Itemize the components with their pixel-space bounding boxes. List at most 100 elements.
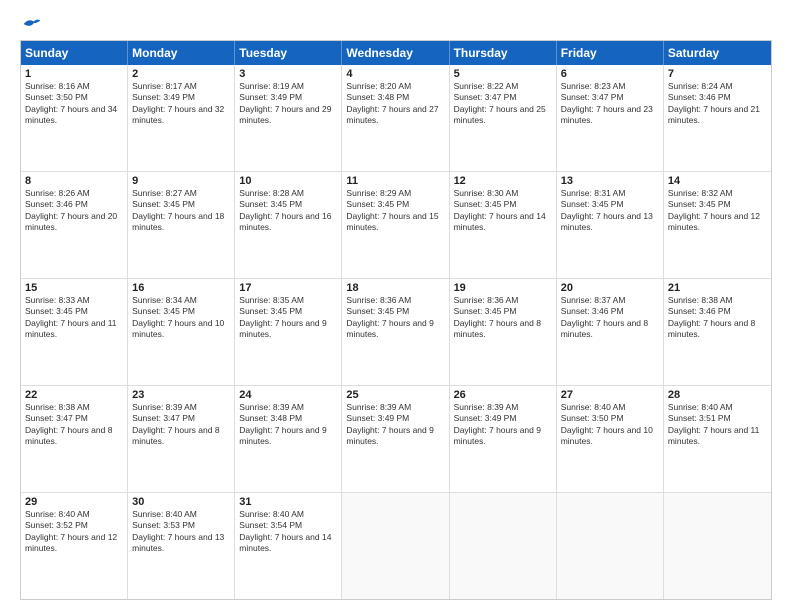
cal-cell-day-27: 27Sunrise: 8:40 AMSunset: 3:50 PMDayligh… xyxy=(557,386,664,492)
cal-cell-day-26: 26Sunrise: 8:39 AMSunset: 3:49 PMDayligh… xyxy=(450,386,557,492)
cell-info: Sunrise: 8:23 AMSunset: 3:47 PMDaylight:… xyxy=(561,81,659,127)
day-number: 5 xyxy=(454,68,552,80)
day-number: 18 xyxy=(346,282,444,294)
cell-info: Sunrise: 8:35 AMSunset: 3:45 PMDaylight:… xyxy=(239,295,337,341)
day-number: 13 xyxy=(561,175,659,187)
cell-info: Sunrise: 8:31 AMSunset: 3:45 PMDaylight:… xyxy=(561,188,659,234)
cell-info: Sunrise: 8:32 AMSunset: 3:45 PMDaylight:… xyxy=(668,188,767,234)
cal-cell-day-31: 31Sunrise: 8:40 AMSunset: 3:54 PMDayligh… xyxy=(235,493,342,599)
cal-cell-day-22: 22Sunrise: 8:38 AMSunset: 3:47 PMDayligh… xyxy=(21,386,128,492)
cal-cell-day-20: 20Sunrise: 8:37 AMSunset: 3:46 PMDayligh… xyxy=(557,279,664,385)
cal-cell-day-4: 4Sunrise: 8:20 AMSunset: 3:48 PMDaylight… xyxy=(342,65,449,171)
day-number: 23 xyxy=(132,389,230,401)
cell-info: Sunrise: 8:40 AMSunset: 3:53 PMDaylight:… xyxy=(132,509,230,555)
cell-info: Sunrise: 8:38 AMSunset: 3:47 PMDaylight:… xyxy=(25,402,123,448)
cell-info: Sunrise: 8:33 AMSunset: 3:45 PMDaylight:… xyxy=(25,295,123,341)
day-number: 8 xyxy=(25,175,123,187)
cal-cell-day-2: 2Sunrise: 8:17 AMSunset: 3:49 PMDaylight… xyxy=(128,65,235,171)
cell-info: Sunrise: 8:39 AMSunset: 3:49 PMDaylight:… xyxy=(346,402,444,448)
day-number: 30 xyxy=(132,496,230,508)
cal-cell-day-23: 23Sunrise: 8:39 AMSunset: 3:47 PMDayligh… xyxy=(128,386,235,492)
cell-info: Sunrise: 8:40 AMSunset: 3:54 PMDaylight:… xyxy=(239,509,337,555)
cal-cell-day-29: 29Sunrise: 8:40 AMSunset: 3:52 PMDayligh… xyxy=(21,493,128,599)
cal-week-4: 22Sunrise: 8:38 AMSunset: 3:47 PMDayligh… xyxy=(21,386,771,493)
cal-cell-empty xyxy=(342,493,449,599)
day-number: 26 xyxy=(454,389,552,401)
cal-cell-day-13: 13Sunrise: 8:31 AMSunset: 3:45 PMDayligh… xyxy=(557,172,664,278)
cell-info: Sunrise: 8:27 AMSunset: 3:45 PMDaylight:… xyxy=(132,188,230,234)
cal-cell-empty xyxy=(557,493,664,599)
cell-info: Sunrise: 8:20 AMSunset: 3:48 PMDaylight:… xyxy=(346,81,444,127)
day-number: 6 xyxy=(561,68,659,80)
day-number: 11 xyxy=(346,175,444,187)
cal-week-2: 8Sunrise: 8:26 AMSunset: 3:46 PMDaylight… xyxy=(21,172,771,279)
cal-cell-empty xyxy=(664,493,771,599)
calendar-body: 1Sunrise: 8:16 AMSunset: 3:50 PMDaylight… xyxy=(21,65,771,599)
day-number: 19 xyxy=(454,282,552,294)
day-number: 28 xyxy=(668,389,767,401)
calendar-header: SundayMondayTuesdayWednesdayThursdayFrid… xyxy=(21,41,771,65)
cal-cell-day-8: 8Sunrise: 8:26 AMSunset: 3:46 PMDaylight… xyxy=(21,172,128,278)
cal-cell-day-18: 18Sunrise: 8:36 AMSunset: 3:45 PMDayligh… xyxy=(342,279,449,385)
day-number: 10 xyxy=(239,175,337,187)
logo-text xyxy=(20,16,42,32)
cal-cell-day-12: 12Sunrise: 8:30 AMSunset: 3:45 PMDayligh… xyxy=(450,172,557,278)
cal-cell-day-1: 1Sunrise: 8:16 AMSunset: 3:50 PMDaylight… xyxy=(21,65,128,171)
cal-cell-day-3: 3Sunrise: 8:19 AMSunset: 3:49 PMDaylight… xyxy=(235,65,342,171)
cell-info: Sunrise: 8:34 AMSunset: 3:45 PMDaylight:… xyxy=(132,295,230,341)
day-number: 24 xyxy=(239,389,337,401)
day-number: 3 xyxy=(239,68,337,80)
day-number: 15 xyxy=(25,282,123,294)
day-number: 27 xyxy=(561,389,659,401)
cell-info: Sunrise: 8:24 AMSunset: 3:46 PMDaylight:… xyxy=(668,81,767,127)
day-number: 14 xyxy=(668,175,767,187)
day-number: 9 xyxy=(132,175,230,187)
day-number: 12 xyxy=(454,175,552,187)
cell-info: Sunrise: 8:39 AMSunset: 3:47 PMDaylight:… xyxy=(132,402,230,448)
cell-info: Sunrise: 8:40 AMSunset: 3:52 PMDaylight:… xyxy=(25,509,123,555)
day-number: 20 xyxy=(561,282,659,294)
cal-header-wednesday: Wednesday xyxy=(342,41,449,65)
cal-cell-day-11: 11Sunrise: 8:29 AMSunset: 3:45 PMDayligh… xyxy=(342,172,449,278)
cell-info: Sunrise: 8:16 AMSunset: 3:50 PMDaylight:… xyxy=(25,81,123,127)
cal-cell-day-21: 21Sunrise: 8:38 AMSunset: 3:46 PMDayligh… xyxy=(664,279,771,385)
cal-week-3: 15Sunrise: 8:33 AMSunset: 3:45 PMDayligh… xyxy=(21,279,771,386)
day-number: 29 xyxy=(25,496,123,508)
cal-cell-day-28: 28Sunrise: 8:40 AMSunset: 3:51 PMDayligh… xyxy=(664,386,771,492)
cell-info: Sunrise: 8:36 AMSunset: 3:45 PMDaylight:… xyxy=(346,295,444,341)
day-number: 2 xyxy=(132,68,230,80)
cal-week-1: 1Sunrise: 8:16 AMSunset: 3:50 PMDaylight… xyxy=(21,65,771,172)
cell-info: Sunrise: 8:40 AMSunset: 3:50 PMDaylight:… xyxy=(561,402,659,448)
day-number: 1 xyxy=(25,68,123,80)
cal-cell-day-7: 7Sunrise: 8:24 AMSunset: 3:46 PMDaylight… xyxy=(664,65,771,171)
cal-cell-empty xyxy=(450,493,557,599)
cell-info: Sunrise: 8:40 AMSunset: 3:51 PMDaylight:… xyxy=(668,402,767,448)
logo-bird-icon xyxy=(22,16,42,32)
cal-cell-day-6: 6Sunrise: 8:23 AMSunset: 3:47 PMDaylight… xyxy=(557,65,664,171)
cal-cell-day-14: 14Sunrise: 8:32 AMSunset: 3:45 PMDayligh… xyxy=(664,172,771,278)
logo xyxy=(20,16,42,32)
cell-info: Sunrise: 8:38 AMSunset: 3:46 PMDaylight:… xyxy=(668,295,767,341)
cell-info: Sunrise: 8:28 AMSunset: 3:45 PMDaylight:… xyxy=(239,188,337,234)
day-number: 16 xyxy=(132,282,230,294)
day-number: 17 xyxy=(239,282,337,294)
cell-info: Sunrise: 8:37 AMSunset: 3:46 PMDaylight:… xyxy=(561,295,659,341)
cell-info: Sunrise: 8:22 AMSunset: 3:47 PMDaylight:… xyxy=(454,81,552,127)
cal-cell-day-9: 9Sunrise: 8:27 AMSunset: 3:45 PMDaylight… xyxy=(128,172,235,278)
day-number: 4 xyxy=(346,68,444,80)
day-number: 22 xyxy=(25,389,123,401)
cal-cell-day-19: 19Sunrise: 8:36 AMSunset: 3:45 PMDayligh… xyxy=(450,279,557,385)
day-number: 7 xyxy=(668,68,767,80)
cell-info: Sunrise: 8:19 AMSunset: 3:49 PMDaylight:… xyxy=(239,81,337,127)
cell-info: Sunrise: 8:39 AMSunset: 3:48 PMDaylight:… xyxy=(239,402,337,448)
day-number: 21 xyxy=(668,282,767,294)
cal-cell-day-25: 25Sunrise: 8:39 AMSunset: 3:49 PMDayligh… xyxy=(342,386,449,492)
cal-header-sunday: Sunday xyxy=(21,41,128,65)
cell-info: Sunrise: 8:17 AMSunset: 3:49 PMDaylight:… xyxy=(132,81,230,127)
header xyxy=(20,16,772,32)
cal-header-tuesday: Tuesday xyxy=(235,41,342,65)
cal-header-thursday: Thursday xyxy=(450,41,557,65)
cell-info: Sunrise: 8:29 AMSunset: 3:45 PMDaylight:… xyxy=(346,188,444,234)
cal-cell-day-17: 17Sunrise: 8:35 AMSunset: 3:45 PMDayligh… xyxy=(235,279,342,385)
calendar: SundayMondayTuesdayWednesdayThursdayFrid… xyxy=(20,40,772,600)
